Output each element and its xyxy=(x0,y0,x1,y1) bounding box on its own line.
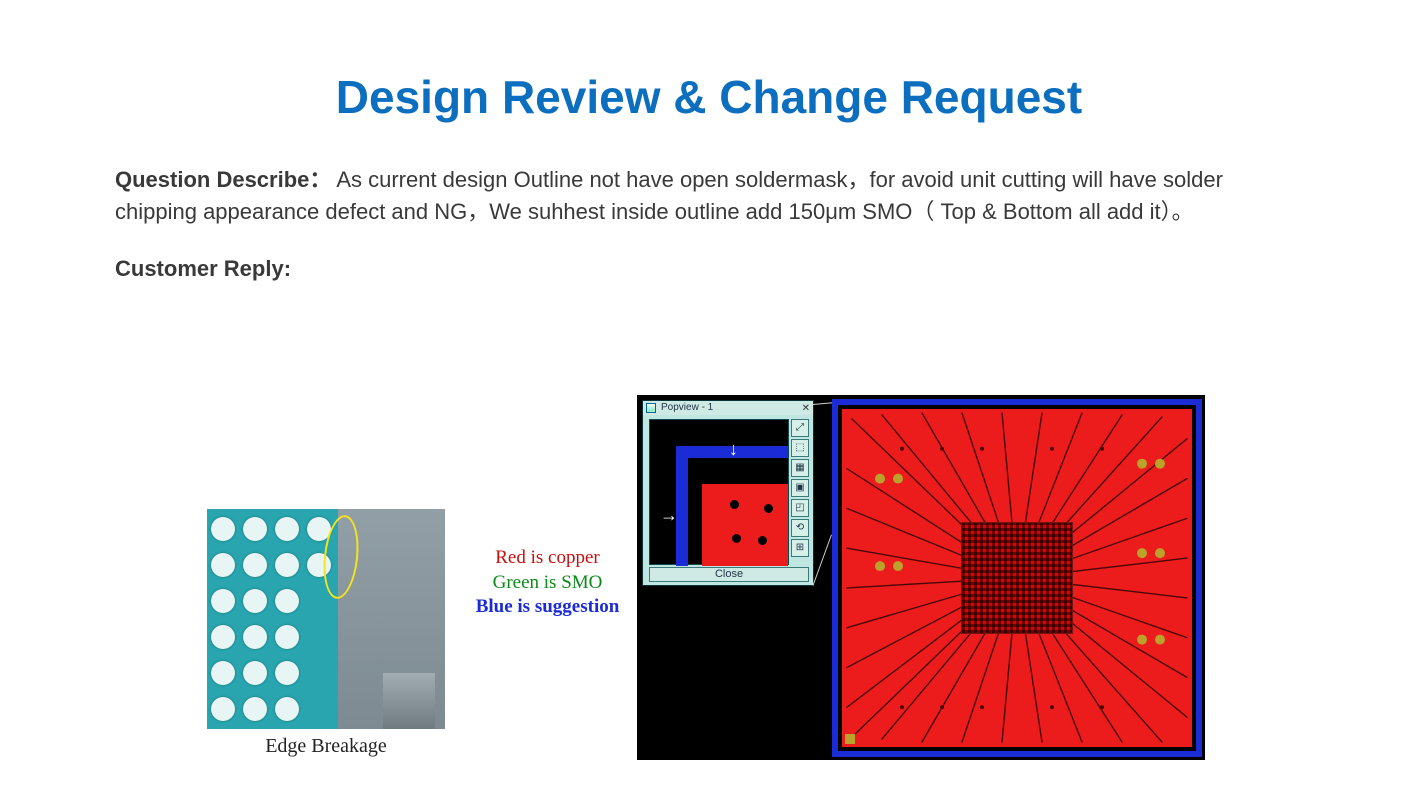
pcb-surface xyxy=(207,509,338,729)
solder-pad-icon xyxy=(211,661,235,685)
popview-close-button[interactable]: Close xyxy=(649,567,809,582)
copper-layer xyxy=(842,409,1192,747)
solder-pad-icon xyxy=(211,517,235,541)
popview-title-text: Popview - 1 xyxy=(661,402,713,413)
customer-reply-label: Customer Reply: xyxy=(115,256,1303,282)
color-legend: Red is copper Green is SMO Blue is sugge… xyxy=(460,546,635,620)
popview-window: Popview - 1 ✕ ↓ → ⤢ ⬚ xyxy=(642,400,814,586)
via-icon xyxy=(732,534,741,543)
solder-pad-icon xyxy=(275,589,299,613)
solder-pad-icon xyxy=(275,697,299,721)
solder-pad-icon xyxy=(243,661,267,685)
arrow-down-icon: ↓ xyxy=(729,440,738,458)
solder-pad-icon xyxy=(275,517,299,541)
edge-breakage-photo xyxy=(207,509,445,729)
popview-tool-button[interactable]: ⟲ xyxy=(791,519,809,537)
solder-pad-icon xyxy=(211,625,235,649)
via-icon xyxy=(758,536,767,545)
pcb-layout-main xyxy=(832,399,1202,757)
slide-title: Design Review & Change Request xyxy=(115,70,1303,124)
solder-pad-icon xyxy=(243,553,267,577)
solder-pad-icon xyxy=(211,589,235,613)
popview-tool-button[interactable]: ▦ xyxy=(791,459,809,477)
popview-tool-button[interactable]: ⊞ xyxy=(791,539,809,557)
solder-pad-icon xyxy=(275,553,299,577)
solder-pad-icon xyxy=(243,589,267,613)
popview-canvas: ↓ → xyxy=(649,419,789,565)
solder-pad-icon xyxy=(243,517,267,541)
slide: Design Review & Change Request Question … xyxy=(0,0,1413,789)
popview-tool-button[interactable]: ⤢ xyxy=(791,419,809,437)
question-paragraph: Question Describe： As current design Out… xyxy=(115,164,1303,228)
question-label: Question Describe： xyxy=(115,167,331,192)
bga-die-area xyxy=(962,523,1072,633)
solder-pad-icon xyxy=(211,697,235,721)
copper-area xyxy=(702,484,788,566)
legend-suggestion: Blue is suggestion xyxy=(460,595,635,620)
popview-tool-button[interactable]: ◰ xyxy=(791,499,809,517)
popview-close-x[interactable]: ✕ xyxy=(802,402,810,416)
solder-pad-icon xyxy=(243,697,267,721)
solder-pad-icon xyxy=(275,661,299,685)
solder-pad-icon xyxy=(211,553,235,577)
via-icon xyxy=(764,504,773,513)
legend-copper: Red is copper xyxy=(460,546,635,571)
cad-screenshot: Popview - 1 ✕ ↓ → ⤢ ⬚ xyxy=(637,395,1205,760)
via-icon xyxy=(730,500,739,509)
legend-smo: Green is SMO xyxy=(460,571,635,596)
popview-toolbar: ⤢ ⬚ ▦ ▣ ◰ ⟲ ⊞ xyxy=(791,419,809,565)
figure-row: Edge Breakage Red is copper Green is SMO… xyxy=(0,390,1413,770)
fixture-block xyxy=(383,673,435,729)
solder-pad-icon xyxy=(243,625,267,649)
photo-caption: Edge Breakage xyxy=(207,735,445,758)
fiducial-icon xyxy=(845,734,855,744)
solder-pad-icon xyxy=(275,625,299,649)
popview-tool-button[interactable]: ⬚ xyxy=(791,439,809,457)
arrow-right-icon: → xyxy=(660,506,678,524)
popview-titlebar: Popview - 1 ✕ xyxy=(643,401,813,415)
callout-leader-line xyxy=(813,535,832,586)
popview-tool-button[interactable]: ▣ xyxy=(791,479,809,497)
